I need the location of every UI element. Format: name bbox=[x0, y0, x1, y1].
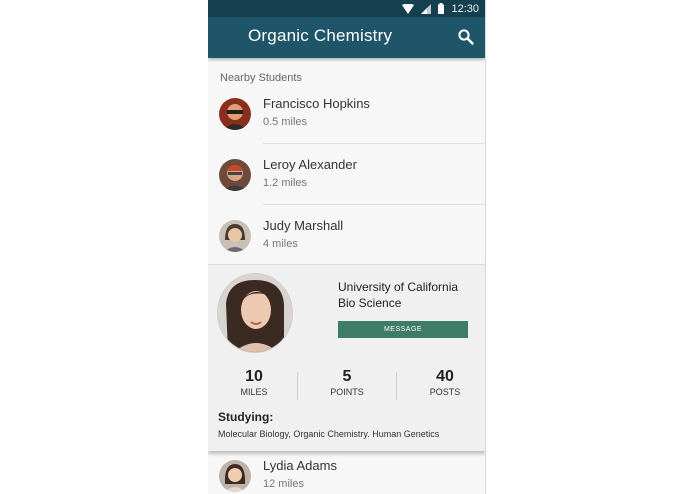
avatar bbox=[219, 98, 251, 130]
student-distance: 12 miles bbox=[263, 478, 304, 490]
stat-label: POINTS bbox=[330, 387, 364, 397]
status-icons: 12:30 bbox=[402, 1, 479, 16]
program-name: Bio Science bbox=[338, 296, 402, 310]
stat-value: 5 bbox=[342, 368, 352, 385]
stat-points: 5 POINTS bbox=[307, 368, 387, 398]
page-title: Organic Chemistry bbox=[248, 26, 393, 45]
student-name: Leroy Alexander bbox=[263, 157, 357, 172]
student-name: Francisco Hopkins bbox=[263, 96, 370, 111]
search-icon bbox=[458, 29, 474, 45]
student-name: Judy Marshall bbox=[263, 218, 344, 233]
divider bbox=[263, 204, 485, 205]
studying-label: Studying: bbox=[218, 410, 274, 424]
university-info: University of California Bio Science bbox=[338, 279, 458, 311]
avatar bbox=[219, 460, 251, 492]
stat-divider bbox=[396, 372, 397, 400]
stat-value: 10 bbox=[245, 368, 263, 385]
list-item-student[interactable]: Leroy Alexander 1.2 miles bbox=[208, 149, 485, 209]
clock: 12:30 bbox=[451, 2, 479, 15]
app-bar: Organic Chemistry bbox=[208, 17, 485, 58]
message-button[interactable]: MESSAGE bbox=[338, 321, 468, 338]
stat-posts: 40 POSTS bbox=[405, 368, 485, 398]
stat-label: MILES bbox=[240, 387, 268, 397]
studying-subjects: Molecular Biology, Organic Chemistry. Hu… bbox=[218, 429, 440, 439]
battery-icon bbox=[438, 3, 445, 14]
search-button[interactable] bbox=[457, 28, 475, 46]
list-item-student[interactable]: Judy Marshall 4 miles bbox=[208, 210, 485, 270]
student-distance: 1.2 miles bbox=[263, 177, 308, 189]
stats-row: 10 MILES 5 POINTS 40 POSTS bbox=[208, 368, 485, 402]
list-item-student[interactable]: Francisco Hopkins 0.5 miles bbox=[208, 88, 485, 148]
stat-divider bbox=[297, 372, 298, 400]
phone-screen: 12:30 Organic Chemistry Nearby Students … bbox=[208, 0, 486, 494]
wifi-icon bbox=[402, 3, 415, 14]
signal-icon bbox=[421, 3, 432, 14]
student-distance: 4 miles bbox=[263, 238, 298, 250]
avatar bbox=[219, 220, 251, 252]
student-name: Lydia Adams bbox=[263, 458, 337, 473]
profile-photo bbox=[217, 273, 293, 353]
list-item-student[interactable]: Lydia Adams 12 miles bbox=[208, 450, 485, 494]
stat-label: POSTS bbox=[429, 387, 461, 397]
university-name: University of California bbox=[338, 280, 459, 294]
divider bbox=[263, 143, 485, 144]
student-profile-card: University of California Bio Science MES… bbox=[208, 264, 485, 451]
student-distance: 0.5 miles bbox=[263, 116, 308, 128]
stat-value: 40 bbox=[436, 368, 454, 385]
status-bar: 12:30 bbox=[208, 0, 485, 17]
avatar bbox=[219, 159, 251, 191]
nearby-students-label: Nearby Students bbox=[220, 72, 302, 84]
stat-miles: 10 MILES bbox=[214, 368, 294, 398]
